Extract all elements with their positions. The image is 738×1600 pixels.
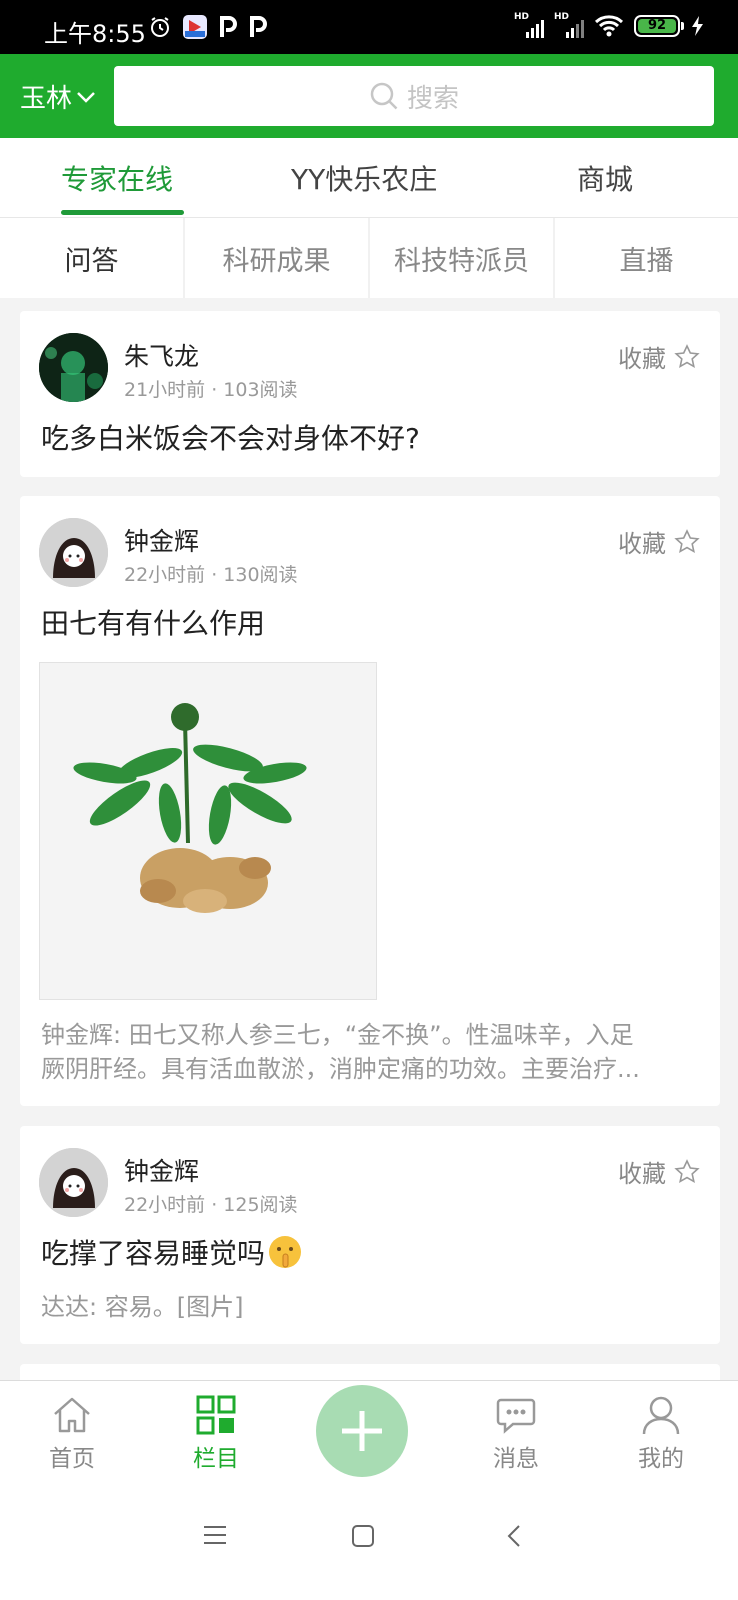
star-icon	[674, 528, 700, 553]
post-card[interactable]: 钟金辉 22小时前 · 125阅读 收藏 吃撑了容易睡觉吗 达达: 容易。[图片…	[20, 1126, 720, 1344]
post-card[interactable]: 朱飞龙 21小时前 · 103阅读 收藏 吃多白米饭会不会对身体不好?	[20, 311, 720, 477]
add-post-button[interactable]	[316, 1385, 408, 1477]
chevron-down-icon	[77, 91, 95, 103]
nav-profile[interactable]: 我的	[616, 1391, 706, 1473]
post-image[interactable]	[39, 662, 377, 1000]
status-time: 上午8:55	[44, 20, 146, 48]
wifi-icon	[594, 15, 624, 37]
tab-experts-online[interactable]: 专家在线	[61, 158, 173, 198]
ginseng-plant-image	[40, 663, 376, 999]
battery-indicator: 92	[634, 15, 684, 37]
star-icon	[674, 343, 700, 368]
tab-mall[interactable]: 商城	[577, 158, 633, 198]
subtab-live[interactable]: 直播	[555, 218, 738, 298]
nav-messages-label: 消息	[493, 1446, 539, 1472]
post-card[interactable]: 钟金辉 22小时前 · 130阅读 收藏 田七有有什么作用 钟金辉: 田七又称人…	[20, 496, 720, 1106]
collect-label: 收藏	[618, 345, 666, 373]
preview-line: 达达: 容易。[图片]	[41, 1293, 244, 1321]
menu-icon[interactable]	[203, 1524, 227, 1546]
search-input[interactable]: 搜索	[114, 66, 714, 126]
post-meta: 21小时前 · 103阅读	[124, 379, 298, 401]
parking-icon-2	[250, 16, 267, 37]
post-title-row[interactable]: 吃撑了容易睡觉吗	[41, 1232, 303, 1272]
post-title[interactable]: 田七有有什么作用	[41, 602, 265, 642]
signal-icon: HD	[514, 12, 544, 40]
star-icon	[674, 1158, 700, 1183]
status-right-icons: HD HD 92	[514, 12, 704, 40]
post-meta: 22小时前 · 130阅读	[124, 564, 298, 586]
preview-line: 厥阴肝经。具有活血散淤，消肿定痛的功效。主要治疗...	[41, 1055, 640, 1083]
avatar[interactable]	[39, 1148, 108, 1217]
avatar[interactable]	[39, 518, 108, 587]
parking-icon	[220, 16, 237, 37]
shush-emoji-icon	[269, 1236, 302, 1268]
author-name[interactable]: 钟金辉	[124, 1152, 199, 1188]
nav-columns[interactable]: 栏目	[171, 1391, 261, 1473]
subtab-qa[interactable]: 问答	[0, 218, 185, 298]
collect-label: 收藏	[618, 1160, 666, 1188]
author-name[interactable]: 朱飞龙	[124, 337, 199, 373]
tab-happy-farm[interactable]: YY快乐农庄	[291, 158, 437, 198]
post-title[interactable]: 吃多白米饭会不会对身体不好?	[41, 417, 420, 457]
active-tab-indicator	[61, 210, 184, 215]
home-square-icon[interactable]	[351, 1524, 375, 1548]
nav-messages[interactable]: 消息	[471, 1391, 561, 1473]
nav-profile-label: 我的	[638, 1446, 684, 1472]
grid-icon	[196, 1395, 236, 1435]
search-icon	[370, 82, 398, 110]
post-preview[interactable]: 钟金辉: 田七又称人参三七，“金不换”。性温味辛，入足 厥阴肝经。具有活血散淤，…	[41, 1018, 701, 1086]
alarm-icon	[151, 17, 169, 37]
subtab-research[interactable]: 科研成果	[185, 218, 370, 298]
user-icon	[642, 1396, 680, 1435]
status-bar: 上午8:55 HD HD 92	[0, 0, 738, 54]
post-title: 吃撑了容易睡觉吗	[41, 1237, 266, 1270]
system-nav-bar	[0, 1482, 738, 1600]
main-tabs: 专家在线 YY快乐农庄 商城	[0, 138, 738, 218]
post-meta: 22小时前 · 125阅读	[124, 1194, 298, 1216]
app-notification-icon	[183, 15, 207, 39]
collect-button[interactable]: 收藏	[618, 339, 700, 374]
charging-icon	[692, 16, 703, 36]
city-label: 玉林	[20, 84, 73, 114]
author-name[interactable]: 钟金辉	[124, 522, 199, 558]
top-bar: 玉林 搜索	[0, 54, 738, 138]
city-selector[interactable]: 玉林	[20, 78, 96, 115]
subtab-tech-envoy[interactable]: 科技特派员	[370, 218, 555, 298]
home-icon	[54, 1397, 90, 1433]
sub-tabs: 问答 科研成果 科技特派员 直播	[0, 218, 738, 298]
battery-level: 92	[638, 19, 676, 33]
nav-columns-label: 栏目	[193, 1446, 239, 1472]
collect-button[interactable]: 收藏	[618, 1154, 700, 1189]
preview-line: 钟金辉: 田七又称人参三七，“金不换”。性温味辛，入足	[41, 1021, 634, 1049]
collect-label: 收藏	[618, 530, 666, 558]
avatar[interactable]	[39, 333, 108, 402]
message-icon	[496, 1398, 536, 1434]
plus-icon	[342, 1411, 382, 1451]
nav-home-label: 首页	[49, 1446, 95, 1472]
nav-home[interactable]: 首页	[27, 1391, 117, 1473]
collect-button[interactable]: 收藏	[618, 524, 700, 559]
status-notification-icons	[148, 14, 268, 40]
post-preview[interactable]: 达达: 容易。[图片]	[41, 1290, 701, 1324]
back-icon[interactable]	[506, 1524, 522, 1548]
search-placeholder: 搜索	[406, 83, 459, 114]
bottom-nav: 首页 栏目 消息 我的	[0, 1380, 738, 1482]
signal-icon-2: HD	[554, 12, 584, 40]
